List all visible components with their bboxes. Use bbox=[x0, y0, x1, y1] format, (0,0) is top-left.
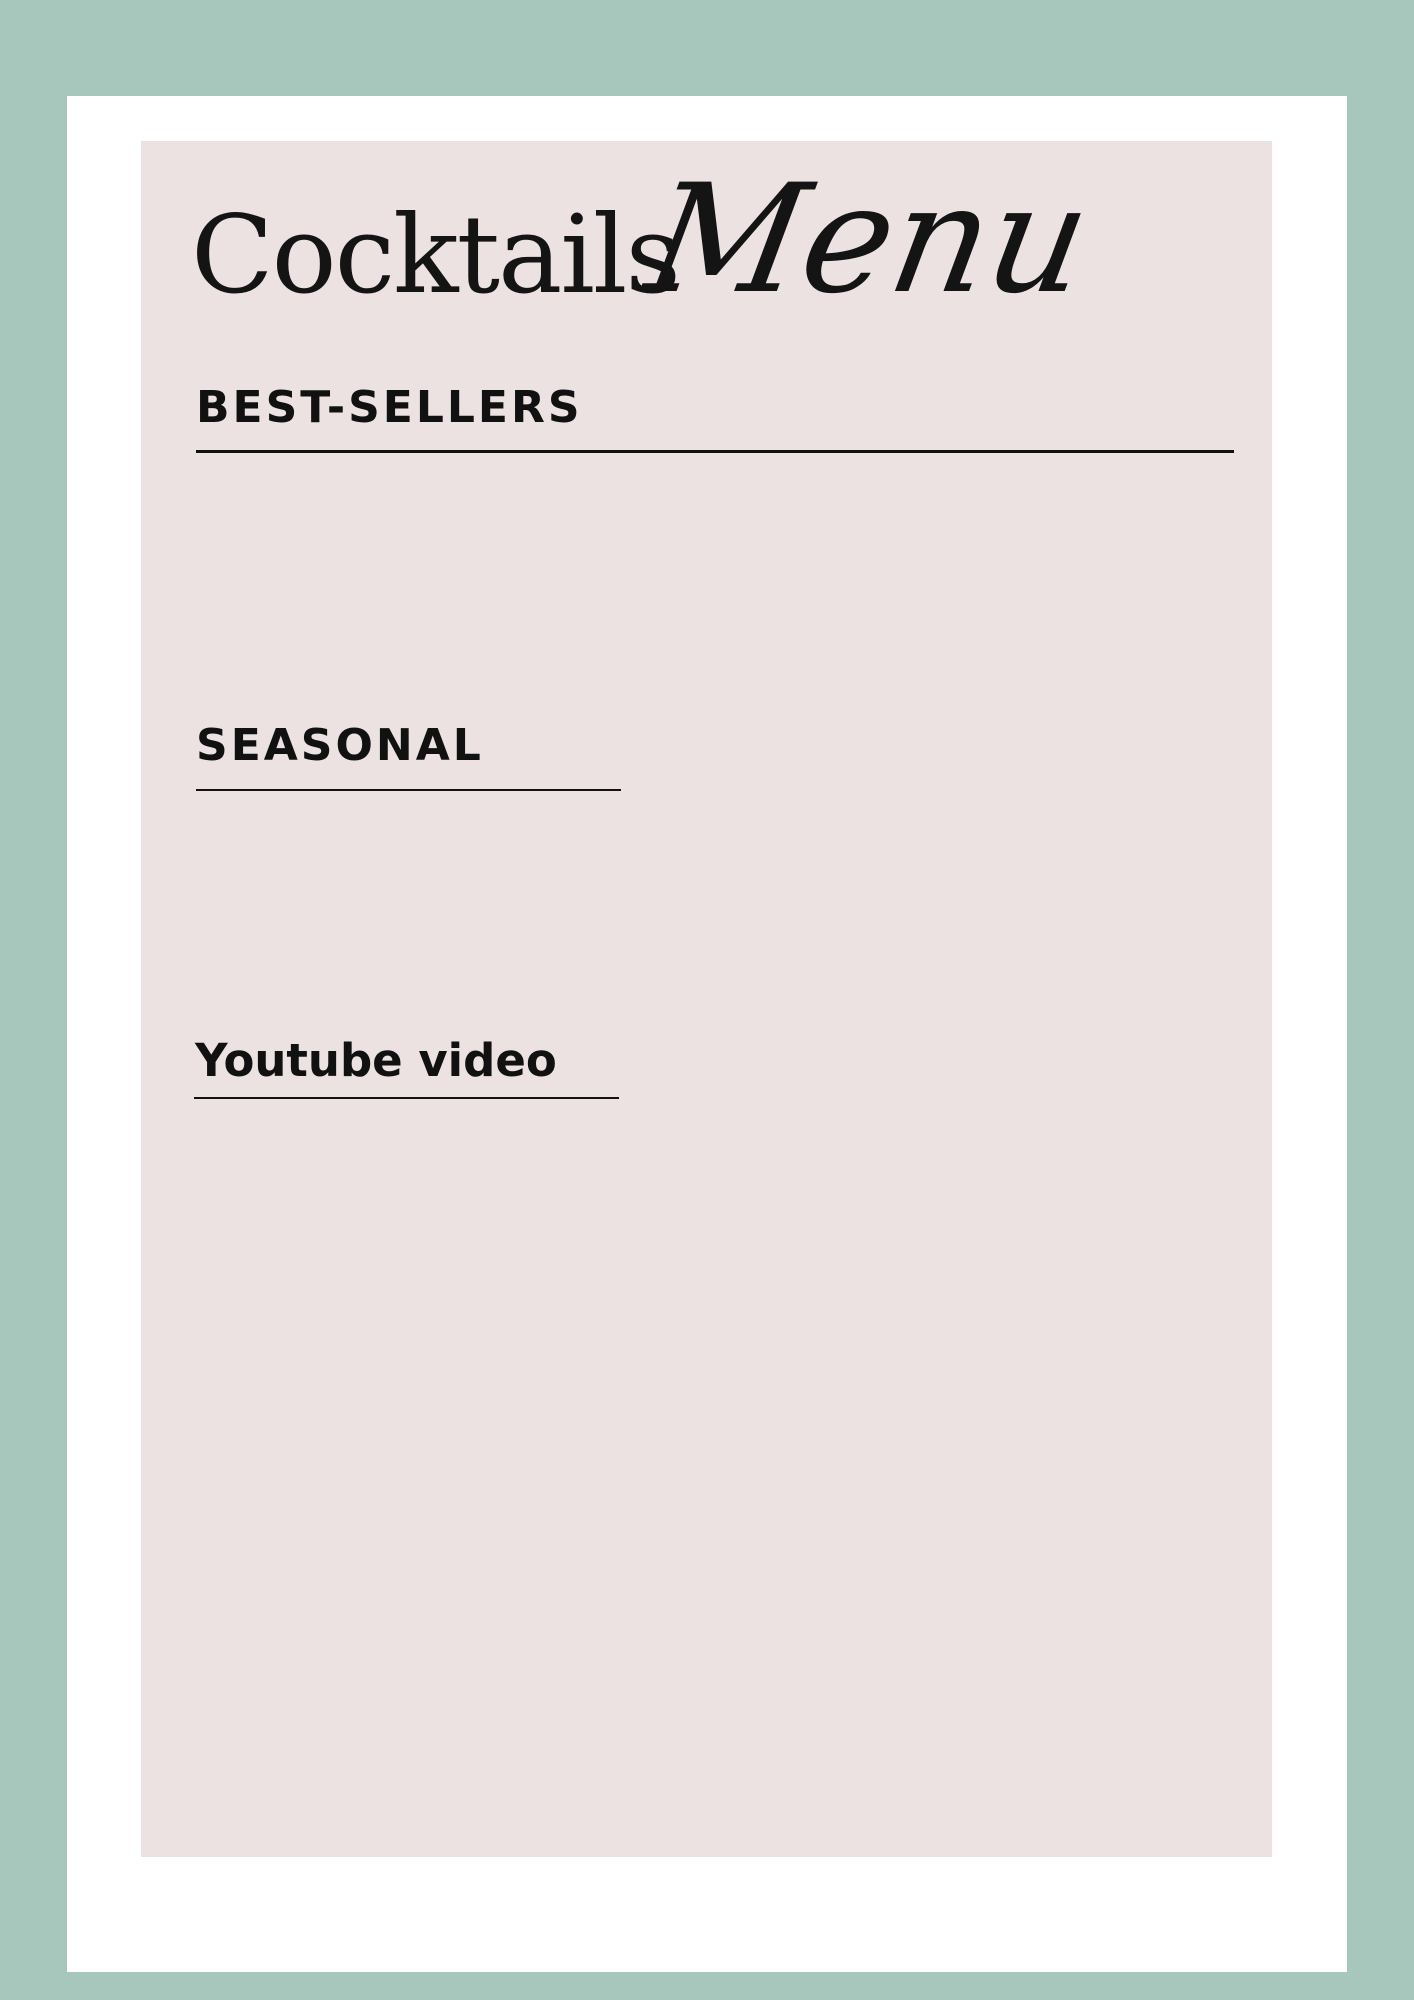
section-divider-best-sellers bbox=[196, 450, 1234, 453]
section-heading-seasonal: SEASONAL bbox=[196, 720, 484, 771]
menu-title-script-word: Menu bbox=[635, 153, 1102, 327]
section-divider-seasonal bbox=[196, 789, 621, 791]
menu-title: Cocktails Menu bbox=[191, 153, 1141, 327]
section-heading-best-sellers: BEST-SELLERS bbox=[196, 382, 583, 433]
section-divider-youtube-video bbox=[194, 1097, 619, 1099]
menu-title-serif-word: Cocktails bbox=[191, 193, 681, 318]
section-heading-youtube-video: Youtube video bbox=[195, 1034, 557, 1087]
